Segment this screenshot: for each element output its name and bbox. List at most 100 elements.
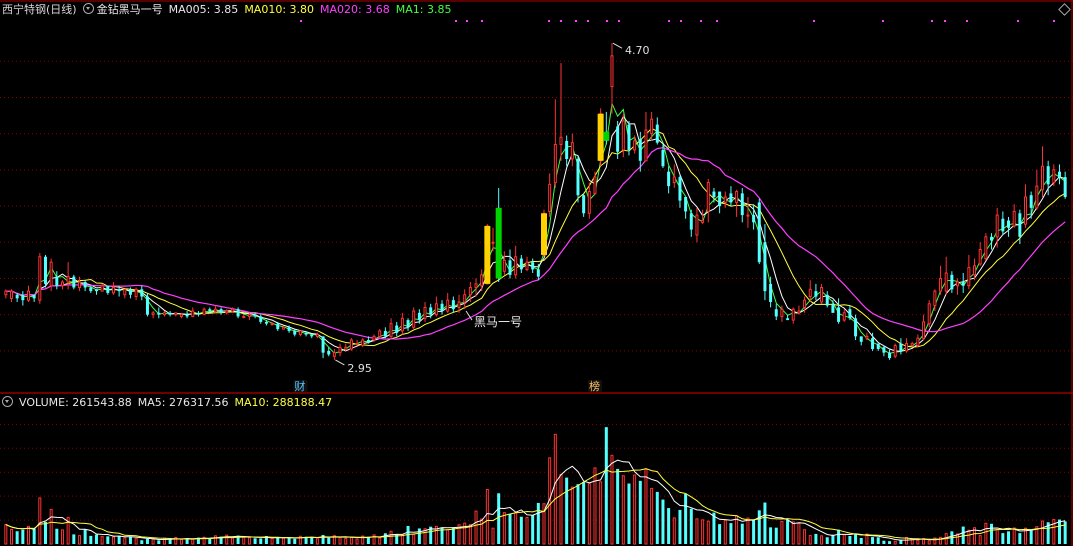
volume-bar	[157, 540, 161, 544]
volume-bar	[627, 483, 631, 544]
volume-bar	[882, 540, 886, 544]
candle-body	[565, 140, 569, 159]
signal-bar	[540, 213, 547, 255]
volume-bar	[565, 477, 569, 544]
candle-body	[791, 308, 795, 321]
volume-bar	[672, 517, 676, 545]
candle-body	[644, 129, 648, 162]
volume-bar	[893, 540, 897, 545]
volume-indicator-selector[interactable]	[2, 396, 16, 409]
candle	[508, 249, 512, 279]
candle-body	[395, 325, 399, 333]
volume-bar	[49, 508, 53, 545]
volume-bar	[383, 533, 387, 544]
volume-bar	[661, 499, 665, 544]
candle-body	[944, 272, 948, 292]
top-marker-dot	[944, 20, 946, 22]
candle	[412, 307, 416, 330]
candle-body	[808, 288, 812, 298]
candle-body	[712, 191, 716, 197]
volume-bar	[372, 534, 376, 545]
volume-bar	[610, 454, 614, 545]
chevron-down-icon[interactable]	[82, 3, 94, 14]
top-marker-dot	[300, 20, 302, 22]
candle-body	[1029, 195, 1033, 208]
top-marker-dot	[1053, 20, 1055, 22]
candle	[570, 133, 574, 167]
chevron-down-icon[interactable]	[2, 396, 13, 407]
candle-body	[43, 256, 47, 284]
candle-body	[191, 310, 195, 317]
candle-body	[922, 321, 926, 339]
candle-body	[678, 177, 682, 201]
volume-bar	[638, 480, 642, 544]
volume-bar	[208, 538, 212, 544]
candle-body	[338, 346, 342, 354]
stock-name[interactable]: 西宁特钢(日线)	[2, 3, 77, 16]
candle-body	[650, 118, 654, 135]
candle	[644, 111, 648, 162]
volume-bar	[281, 537, 285, 545]
candle-body	[701, 220, 705, 223]
volume-bar	[111, 536, 115, 545]
candle-body	[1052, 169, 1056, 184]
volume-bar	[667, 508, 671, 544]
candle-body	[151, 312, 155, 316]
candle-body	[72, 276, 76, 288]
volume-bar	[168, 539, 172, 544]
volume-bar	[389, 530, 393, 545]
candle	[298, 330, 302, 337]
volume-bar	[468, 524, 472, 545]
volume-bar	[519, 516, 523, 544]
event-marker: 财	[294, 379, 305, 393]
top-marker-dot	[587, 20, 589, 22]
candle-body	[349, 339, 353, 350]
price-candles	[4, 43, 1067, 360]
candle	[83, 280, 87, 292]
candle	[463, 289, 467, 310]
candle-body	[616, 126, 620, 152]
candle	[814, 283, 818, 301]
low-pointer	[335, 359, 345, 366]
candle-body	[1035, 185, 1039, 209]
candle	[548, 173, 552, 217]
candle	[400, 312, 404, 335]
candle	[151, 311, 155, 319]
candle-body	[491, 241, 495, 244]
candle-body	[446, 299, 450, 312]
candle-body	[468, 287, 472, 296]
candle	[565, 135, 569, 167]
volume-bar	[60, 529, 64, 545]
candle	[451, 296, 455, 313]
candle-body	[899, 343, 903, 351]
indicator-name: 金钻黑马一号	[96, 3, 163, 16]
top-marker-dot	[668, 20, 670, 22]
candle	[922, 314, 926, 340]
volume-bar	[701, 519, 705, 545]
candle	[1035, 169, 1039, 210]
candle	[927, 300, 931, 328]
candle-body	[695, 214, 699, 236]
candle	[140, 285, 144, 301]
candle-body	[389, 323, 393, 337]
candle-body	[145, 296, 149, 315]
candle-body	[916, 337, 920, 346]
volume-bar	[15, 531, 19, 544]
candle-body	[525, 261, 529, 270]
candlestick-chart[interactable]: 4.70 2.95 黑马一号财 榜	[0, 0, 1073, 546]
candle-body	[213, 308, 217, 312]
volume-bar	[451, 527, 455, 544]
candle	[735, 189, 739, 217]
candle-body	[378, 330, 382, 337]
event-marker: 榜	[589, 379, 600, 393]
top-marker-dot	[1017, 20, 1019, 22]
candle	[355, 339, 359, 346]
volume-bar	[26, 525, 30, 545]
volume-bar	[633, 474, 637, 545]
candle-body	[1024, 196, 1028, 225]
volume-bar	[32, 528, 36, 544]
candle	[701, 209, 705, 225]
indicator-selector[interactable]: 金钻黑马一号	[82, 3, 163, 16]
candle-body	[876, 343, 880, 350]
candle	[168, 311, 172, 317]
